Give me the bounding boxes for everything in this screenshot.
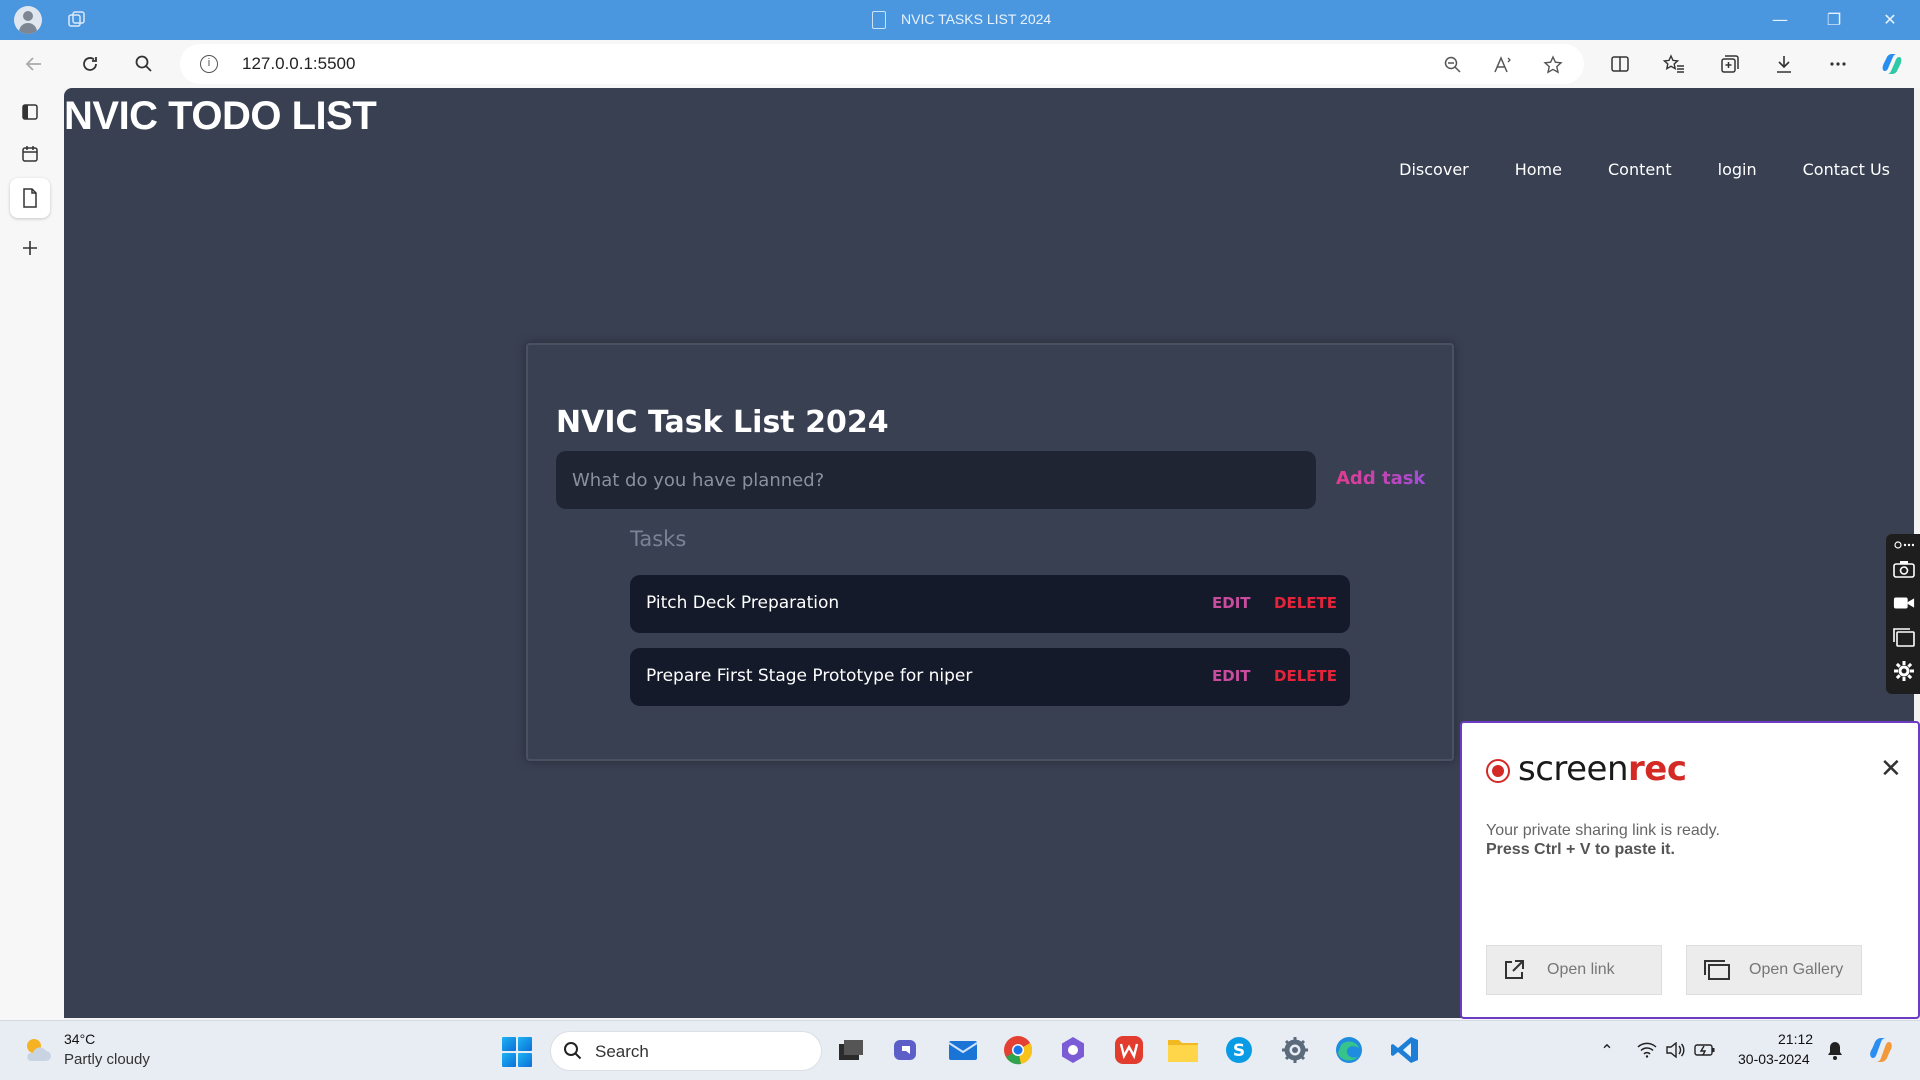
screenrec-logo: screenrec [1518, 749, 1687, 789]
brand-rec: rec [1628, 749, 1687, 789]
skype-icon[interactable]: S [1222, 1033, 1256, 1067]
vscode-icon[interactable] [1388, 1033, 1422, 1067]
nav-contact-us[interactable]: Contact Us [1803, 160, 1890, 179]
screenrec-popup: screenrec ✕ Your private sharing link is… [1460, 721, 1920, 1019]
clock-date[interactable]: 30-03-2024 [1738, 1051, 1810, 1067]
chrome-icon[interactable] [1001, 1033, 1035, 1067]
search-label: Search [595, 1042, 649, 1061]
volume-icon[interactable] [1664, 1039, 1686, 1061]
browser-toolbar: i 127.0.0.1:5500 [0, 40, 1920, 88]
url-text[interactable]: 127.0.0.1:5500 [242, 54, 355, 74]
back-icon[interactable] [20, 50, 48, 78]
delete-button[interactable]: DELETE [1274, 594, 1337, 612]
external-link-icon [1503, 959, 1525, 981]
site-nav: Discover Home Content login Contact Us [1353, 160, 1890, 179]
weather-temperature[interactable]: 34°C [64, 1031, 95, 1047]
site-title: NVIC TODO LIST [64, 94, 377, 138]
copilot-tray-icon[interactable] [1866, 1035, 1896, 1065]
minimize-icon[interactable]: — [1766, 6, 1794, 34]
gallery-icon[interactable] [1893, 626, 1915, 648]
task-card: NVIC Task List 2024 What do you have pla… [526, 343, 1454, 761]
partly-cloudy-icon[interactable] [20, 1033, 54, 1067]
video-record-icon[interactable] [1893, 592, 1915, 614]
site-info-icon[interactable]: i [200, 55, 218, 73]
open-link-button[interactable]: Open link [1486, 945, 1662, 995]
nav-discover[interactable]: Discover [1399, 160, 1469, 179]
search-icon[interactable] [130, 50, 158, 78]
more-options-icon[interactable] [1824, 50, 1852, 78]
tab-actions-icon[interactable] [10, 92, 50, 132]
share-message: Your private sharing link is ready. [1486, 822, 1720, 839]
read-aloud-icon[interactable] [1492, 54, 1514, 76]
teams-meet-icon[interactable] [890, 1033, 924, 1067]
active-page-tab-icon[interactable] [10, 178, 50, 218]
settings-gear-icon[interactable] [1893, 660, 1915, 682]
pin-icon[interactable] [1893, 538, 1915, 552]
workspaces-icon[interactable] [67, 10, 87, 30]
windows-taskbar: 34°C Partly cloudy Search S ⌃ 21:12 30-0… [0, 1020, 1920, 1080]
wps-office-icon[interactable] [1112, 1033, 1146, 1067]
gallery-window-icon [1703, 959, 1731, 981]
popup-close-icon[interactable]: ✕ [1880, 756, 1902, 782]
task-view-icon[interactable] [834, 1033, 868, 1067]
task-input[interactable]: What do you have planned? [556, 451, 1316, 509]
copilot-icon[interactable] [1878, 50, 1906, 78]
open-gallery-button[interactable]: Open Gallery [1686, 945, 1862, 995]
battery-charging-icon[interactable] [1694, 1039, 1716, 1061]
file-explorer-icon[interactable] [1166, 1033, 1200, 1067]
copilot-app-icon[interactable] [1056, 1033, 1090, 1067]
show-hidden-icons-chevron-icon[interactable]: ⌃ [1596, 1039, 1618, 1061]
task-item: Pitch Deck Preparation EDIT DELETE [630, 575, 1350, 633]
screenrec-toolbar [1886, 534, 1920, 694]
split-screen-icon[interactable] [1606, 50, 1634, 78]
delete-button[interactable]: DELETE [1274, 667, 1337, 685]
browser-tab-title: NVIC TASKS LIST 2024 [901, 11, 1052, 27]
task-text: Prepare First Stage Prototype for niper [646, 666, 973, 686]
tasks-heading: Tasks [630, 527, 687, 551]
nav-login[interactable]: login [1718, 160, 1757, 179]
search-icon [563, 1041, 583, 1065]
nav-content[interactable]: Content [1608, 160, 1672, 179]
add-task-button[interactable]: Add task [1336, 468, 1425, 489]
favorite-star-icon[interactable] [1542, 54, 1564, 76]
downloads-icon[interactable] [1770, 50, 1798, 78]
paste-instruction: Press Ctrl + V to paste it. [1486, 841, 1675, 858]
collections-icon[interactable] [1716, 50, 1744, 78]
restore-icon[interactable]: ❐ [1820, 6, 1848, 34]
browser-title-bar: NVIC TASKS LIST 2024 — ❐ ✕ [0, 0, 1920, 40]
page-document-icon [872, 11, 886, 29]
nav-home[interactable]: Home [1515, 160, 1562, 179]
address-bar[interactable]: i 127.0.0.1:5500 [180, 44, 1584, 84]
notification-bell-icon[interactable] [1824, 1039, 1846, 1061]
zoom-out-icon[interactable] [1442, 54, 1464, 76]
open-gallery-label: Open Gallery [1749, 961, 1844, 978]
windows-start-icon[interactable] [502, 1037, 532, 1067]
brand-screen: screen [1518, 749, 1629, 789]
close-window-icon[interactable]: ✕ [1876, 6, 1904, 34]
vertical-tabs-sidebar [0, 88, 64, 1020]
screenrec-logo-icon [1486, 759, 1510, 783]
new-tab-plus-icon[interactable] [10, 228, 50, 268]
clock-time[interactable]: 21:12 [1778, 1031, 1813, 1047]
profile-avatar-icon[interactable] [14, 6, 42, 34]
settings-app-icon[interactable] [1278, 1033, 1312, 1067]
favorites-icon[interactable] [1660, 50, 1688, 78]
refresh-icon[interactable] [76, 50, 104, 78]
edit-button[interactable]: EDIT [1212, 667, 1251, 685]
screenshot-camera-icon[interactable] [1893, 558, 1915, 580]
edge-icon[interactable] [1332, 1033, 1366, 1067]
edit-button[interactable]: EDIT [1212, 594, 1251, 612]
svg-text:S: S [1233, 1041, 1245, 1061]
calendar-tab-icon[interactable] [10, 134, 50, 174]
weather-description[interactable]: Partly cloudy [64, 1051, 150, 1068]
task-item: Prepare First Stage Prototype for niper … [630, 648, 1350, 706]
taskbar-search[interactable]: Search [550, 1031, 822, 1071]
open-link-label: Open link [1547, 961, 1615, 978]
mail-icon[interactable] [946, 1033, 980, 1067]
card-title: NVIC Task List 2024 [556, 405, 889, 440]
wifi-icon[interactable] [1636, 1039, 1658, 1061]
task-text: Pitch Deck Preparation [646, 593, 840, 613]
